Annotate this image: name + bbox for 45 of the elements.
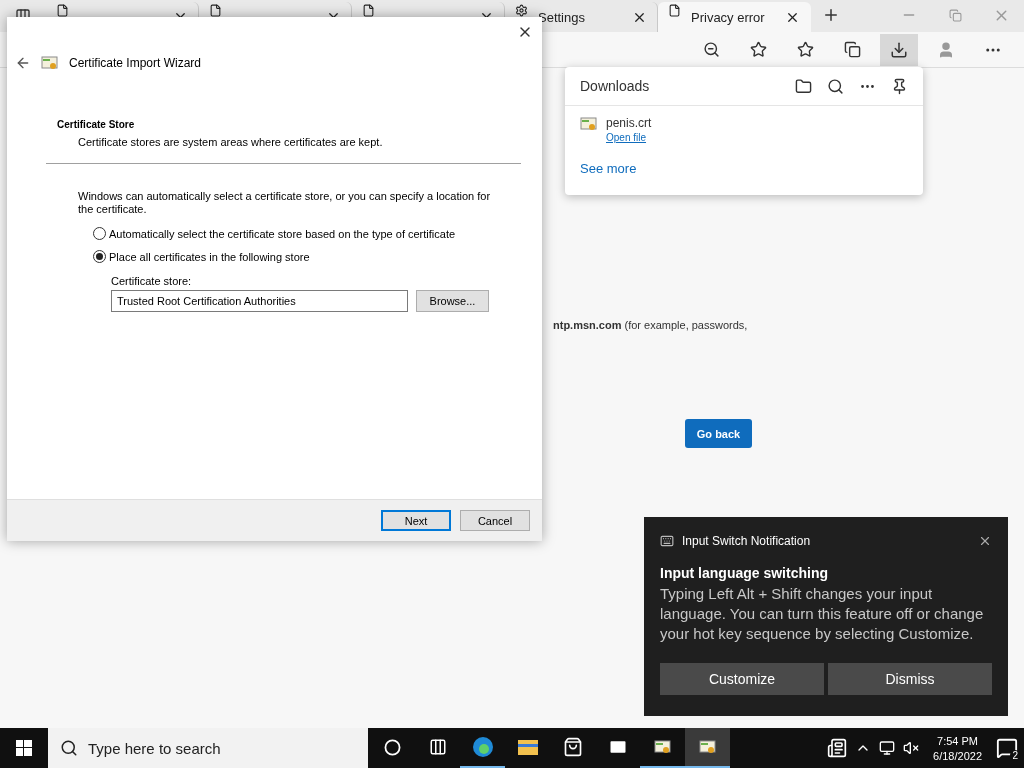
radio-button[interactable] [93,227,106,240]
window-title: Certificate Import Wizard [69,56,202,70]
see-more-link[interactable]: See more [580,161,637,176]
wizard-button[interactable]: Next [381,510,451,531]
file-icon [209,4,222,17]
gear-icon [515,4,528,17]
go-back-button[interactable]: Go back [685,419,752,448]
search-icon [60,739,78,757]
field-label: Certificate store: [111,275,193,287]
notification-app-name: Input Switch Notification [682,534,812,548]
close-icon[interactable] [978,534,992,548]
browse-button[interactable]: Browse... [416,290,489,312]
file-icon [362,4,375,17]
panel-title: Downloads [580,78,651,94]
news-icon[interactable] [827,738,848,758]
notification-title: Input language switching [660,565,829,581]
notifications-icon[interactable] [996,737,1018,759]
certificate-file-icon [580,116,598,132]
radio-button[interactable] [93,250,106,263]
notification-button[interactable]: Customize [660,663,824,695]
network-icon[interactable] [879,740,896,756]
section-description: Certificate stores are system areas where certificates are kept. [78,136,384,148]
back-icon[interactable] [15,55,31,71]
clock[interactable]: 7:54 PM 6/18/2022 [927,734,988,762]
warning-text: ntp.msn.com (for example, passwords, [553,319,748,331]
download-icon[interactable] [880,33,918,66]
intro-text: Windows can automatically select a certificate store, or you can specify a location for the certificate. [78,190,492,216]
notification-button[interactable]: Dismiss [828,663,992,695]
certificate-wizard-icon[interactable] [685,728,730,768]
file-name: penis.crt [606,116,652,130]
wizard-button[interactable]: Cancel [460,510,530,531]
notification-body: Typing Left Alt + Shift changes your input language. You can turn this feature off or change your hot key sequence by selecting Customize. [660,584,985,644]
search-field[interactable]: Type here to search [48,728,368,768]
browser-tab[interactable]: Privacy error [658,2,811,32]
certificate-wizard-icon [41,55,59,71]
volume-muted-icon[interactable] [903,740,920,756]
file-icon [56,4,69,17]
certificate-store-field[interactable]: Trusted Root Certification Authorities [111,290,408,312]
radio-label[interactable]: Place all certificates in the following store [109,250,310,263]
notification-count: 2 [1010,750,1020,761]
section-heading: Certificate Store [57,119,136,130]
open-file-link[interactable]: Open file [606,132,652,143]
keyboard-icon [660,534,674,548]
file-icon [668,4,681,17]
radio-label[interactable]: Automatically select the certificate store based on the type of certificate [109,227,456,240]
